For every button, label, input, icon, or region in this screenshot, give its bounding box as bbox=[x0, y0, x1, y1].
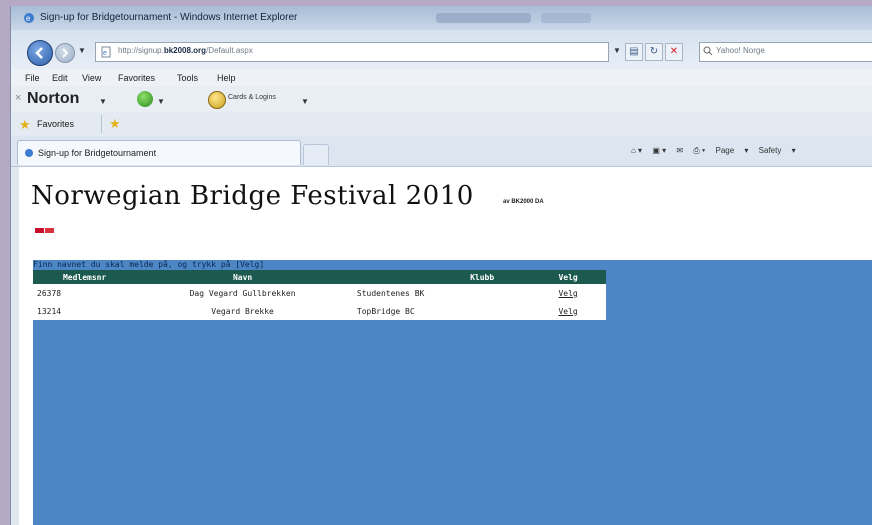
search-icon bbox=[703, 46, 713, 56]
url-prefix: http://signup. bbox=[118, 46, 164, 55]
compatibility-view-icon[interactable]: ▤ bbox=[625, 43, 643, 61]
menu-bar: File Edit View Favorites Tools Help bbox=[11, 70, 872, 86]
address-dropdown-icon[interactable]: ▼ bbox=[613, 46, 621, 55]
favorites-star-icon[interactable]: ★ bbox=[19, 117, 31, 133]
close-toolbar-icon[interactable]: × bbox=[15, 92, 21, 104]
url-domain: bk2008.org bbox=[163, 46, 207, 55]
url-path: /Default.aspx bbox=[206, 46, 253, 55]
favorites-button[interactable]: Favorites bbox=[37, 119, 74, 129]
tab-label: Sign-up for Bridgetournament bbox=[38, 148, 157, 158]
language-flags bbox=[35, 220, 55, 238]
page-menu-label: Page bbox=[715, 146, 735, 155]
page-menu[interactable]: Page ▾ bbox=[716, 146, 749, 155]
page-icon: e bbox=[101, 46, 111, 58]
norton-toolbar: × Norton ▼ ▼ Cards & Logins ▼ bbox=[11, 86, 872, 113]
column-header-klubb: Klubb bbox=[352, 270, 531, 284]
search-placeholder: Yahoo! Norge bbox=[716, 46, 765, 55]
identity-safe-icon[interactable] bbox=[208, 91, 226, 109]
english-flag-icon[interactable] bbox=[45, 228, 54, 233]
menu-file[interactable]: File bbox=[25, 73, 40, 83]
address-input[interactable]: e http://signup.bk2008.org/Default.aspx bbox=[95, 42, 609, 62]
signup-panel: Finn navnet du skal melde på, og trykk p… bbox=[33, 260, 872, 525]
cards-logins-button[interactable]: Cards & Logins bbox=[228, 94, 276, 101]
new-tab-button[interactable] bbox=[303, 144, 329, 165]
refresh-icon[interactable]: ↻ bbox=[645, 43, 663, 61]
table-header-row: Medlemsnr Navn Klubb Velg bbox=[33, 270, 606, 284]
page-title: Norwegian Bridge Festival 2010 bbox=[31, 181, 474, 211]
velg-link[interactable]: Velg bbox=[558, 289, 577, 298]
title-bar: e Sign-up for Bridgetournament - Windows… bbox=[11, 6, 872, 30]
divider bbox=[101, 115, 102, 133]
member-club: TopBridge BC bbox=[352, 302, 531, 320]
back-arrow-icon bbox=[35, 47, 43, 59]
table-row: 26378 Dag Vegard Gullbrekken Studentenes… bbox=[33, 284, 606, 302]
browser-window: e Sign-up for Bridgetournament - Windows… bbox=[10, 6, 872, 525]
member-number: 13214 bbox=[33, 302, 133, 320]
page-subtitle: av BK2000 DA bbox=[503, 199, 544, 205]
members-table: Medlemsnr Navn Klubb Velg 26378 Dag Vega… bbox=[33, 270, 606, 320]
titlebar-blur bbox=[436, 13, 531, 23]
command-bar: ⌂ ▾ ▣ ▾ ✉ ⎙ ▾ Page ▾ Safety ▾ bbox=[631, 146, 804, 156]
norton-dropdown-icon[interactable]: ▼ bbox=[99, 97, 107, 106]
instruction-text: Finn navnet du skal melde på, og trykk p… bbox=[33, 260, 265, 269]
member-name: Dag Vegard Gullbrekken bbox=[132, 284, 353, 302]
ie-page-icon bbox=[25, 149, 33, 157]
menu-tools[interactable]: Tools bbox=[177, 73, 198, 83]
safety-menu[interactable]: Safety ▾ bbox=[759, 146, 796, 155]
safe-web-dropdown-icon[interactable]: ▼ bbox=[157, 97, 165, 106]
search-input[interactable]: Yahoo! Norge bbox=[699, 42, 872, 62]
column-header-navn: Navn bbox=[132, 270, 353, 284]
mail-icon[interactable]: ✉ bbox=[676, 146, 683, 155]
safe-web-icon[interactable] bbox=[137, 91, 153, 107]
tab-bar: Sign-up for Bridgetournament ⌂ ▾ ▣ ▾ ✉ ⎙… bbox=[11, 136, 872, 167]
forward-arrow-icon bbox=[62, 48, 69, 58]
column-header-velg: Velg bbox=[530, 270, 606, 284]
velg-cell: Velg bbox=[530, 284, 606, 302]
menu-favorites[interactable]: Favorites bbox=[118, 73, 155, 83]
safety-menu-label: Safety bbox=[758, 146, 782, 155]
add-favorite-icon[interactable]: ★ bbox=[109, 116, 121, 132]
tab-signup[interactable]: Sign-up for Bridgetournament bbox=[17, 140, 301, 165]
favorites-bar: ★ Favorites ★ bbox=[11, 112, 872, 137]
history-dropdown-icon[interactable]: ▼ bbox=[78, 46, 86, 55]
ie-logo-icon: e bbox=[24, 13, 34, 23]
table-row: 13214 Vegard Brekke TopBridge BC Velg bbox=[33, 302, 606, 320]
page-content: Norwegian Bridge Festival 2010 av BK2000… bbox=[19, 167, 872, 525]
velg-cell: Velg bbox=[530, 302, 606, 320]
menu-view[interactable]: View bbox=[82, 73, 101, 83]
print-icon[interactable]: ⎙ ▾ bbox=[693, 146, 705, 155]
member-number: 26378 bbox=[33, 284, 133, 302]
titlebar-blur bbox=[541, 13, 591, 23]
velg-link[interactable]: Velg bbox=[558, 307, 577, 316]
window-title: Sign-up for Bridgetournament - Windows I… bbox=[40, 12, 298, 23]
column-header-medlemsnr: Medlemsnr bbox=[33, 270, 133, 284]
stop-icon[interactable]: ✕ bbox=[665, 43, 683, 61]
norwegian-flag-icon[interactable] bbox=[35, 228, 44, 233]
forward-button[interactable] bbox=[55, 43, 75, 63]
address-bar: ▼ e http://signup.bk2008.org/Default.asp… bbox=[11, 30, 872, 70]
norton-logo[interactable]: Norton bbox=[27, 90, 79, 108]
member-club: Studentenes BK bbox=[352, 284, 531, 302]
member-name: Vegard Brekke bbox=[132, 302, 353, 320]
svg-text:e: e bbox=[26, 14, 31, 23]
menu-help[interactable]: Help bbox=[217, 73, 236, 83]
feeds-icon[interactable]: ▣ ▾ bbox=[652, 146, 666, 155]
home-icon[interactable]: ⌂ ▾ bbox=[631, 146, 642, 155]
cards-dropdown-icon[interactable]: ▼ bbox=[301, 97, 309, 106]
back-button[interactable] bbox=[27, 40, 53, 66]
svg-text:e: e bbox=[103, 50, 107, 57]
menu-edit[interactable]: Edit bbox=[52, 73, 68, 83]
url-text: http://signup.bk2008.org/Default.aspx bbox=[118, 46, 253, 55]
